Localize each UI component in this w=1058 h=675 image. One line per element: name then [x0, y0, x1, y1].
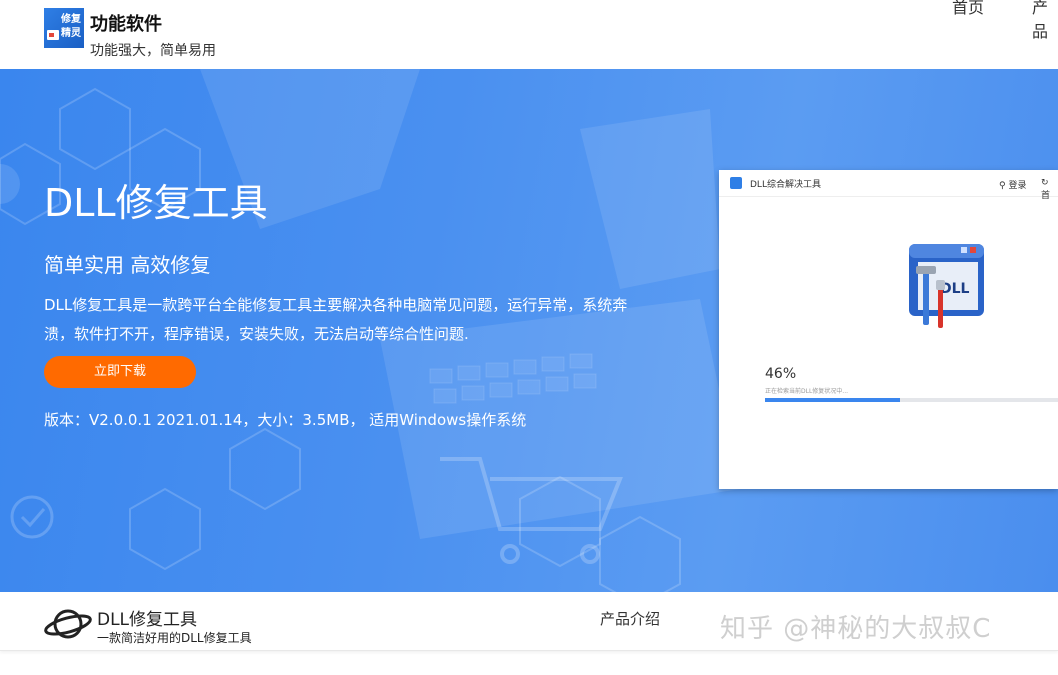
- site-logo[interactable]: 修复 精灵: [44, 8, 84, 48]
- product-intro-link[interactable]: 产品介绍: [600, 608, 660, 629]
- site-header: 修复 精灵 功能软件 功能强大，简单易用 首页 产品: [0, 0, 1058, 68]
- planet-logo-icon: [44, 609, 92, 639]
- download-button[interactable]: 立即下载: [44, 356, 196, 388]
- progress-status: 正在检索当前DLL修复状况中...: [765, 388, 849, 395]
- progress-bar-fill: [765, 398, 900, 402]
- app-home-label: 首: [1041, 191, 1051, 201]
- nav-item-home[interactable]: 首页: [952, 0, 984, 18]
- logo-text-1: 修复: [61, 14, 81, 25]
- zhihu-watermark: 知乎 @神秘的大叔叔C: [720, 614, 992, 644]
- refresh-icon: ↻: [1041, 178, 1049, 188]
- footer-product-subtitle: 一款简洁好用的DLL修复工具: [97, 631, 252, 645]
- app-login-label: 登录: [1008, 181, 1027, 191]
- user-icon: ⚲: [999, 181, 1006, 191]
- logo-window-icon: [47, 30, 59, 40]
- brand-subtitle: 功能强大，简单易用: [90, 43, 216, 59]
- app-window-titlebar: DLL综合解决工具 ⚲ 登录 ↻ 首: [719, 170, 1058, 201]
- app-login-link[interactable]: ⚲ 登录: [999, 178, 1026, 191]
- hero-slogan: 简单实用 高效修复: [44, 253, 211, 277]
- hero-banner: DLL修复工具 简单实用 高效修复 DLL修复工具是一款跨平台全能修复工具主要解…: [0, 69, 1058, 592]
- app-home-link[interactable]: ↻ 首: [1041, 178, 1058, 201]
- nav-item-products[interactable]: 产品: [1032, 0, 1058, 42]
- app-window-title: DLL综合解决工具: [750, 180, 821, 190]
- footer-product-title: DLL修复工具: [97, 610, 198, 630]
- progress-bar: [765, 398, 1058, 402]
- hero-title: DLL修复工具: [44, 181, 268, 225]
- version-info: 版本：V2.0.0.1 2021.01.14，大小：3.5MB， 适用Windo…: [44, 411, 527, 429]
- progress-percent: 46%: [765, 366, 797, 382]
- hero-description: DLL修复工具是一款跨平台全能修复工具主要解决各种电脑常见问题，运行异常，系统奔…: [44, 296, 628, 343]
- dll-tool-icon: DLL: [909, 244, 984, 328]
- app-window-preview: DLL综合解决工具 ⚲ 登录 ↻ 首 DLL 46% 正在检索当前DLL修复状况…: [719, 170, 1058, 489]
- app-logo-icon: [730, 177, 742, 189]
- brand-title: 功能软件: [90, 14, 162, 35]
- product-footer: DLL修复工具 一款简洁好用的DLL修复工具 产品介绍 知乎 @神秘的大叔叔C: [0, 592, 1058, 651]
- logo-text-2: 精灵: [61, 28, 81, 39]
